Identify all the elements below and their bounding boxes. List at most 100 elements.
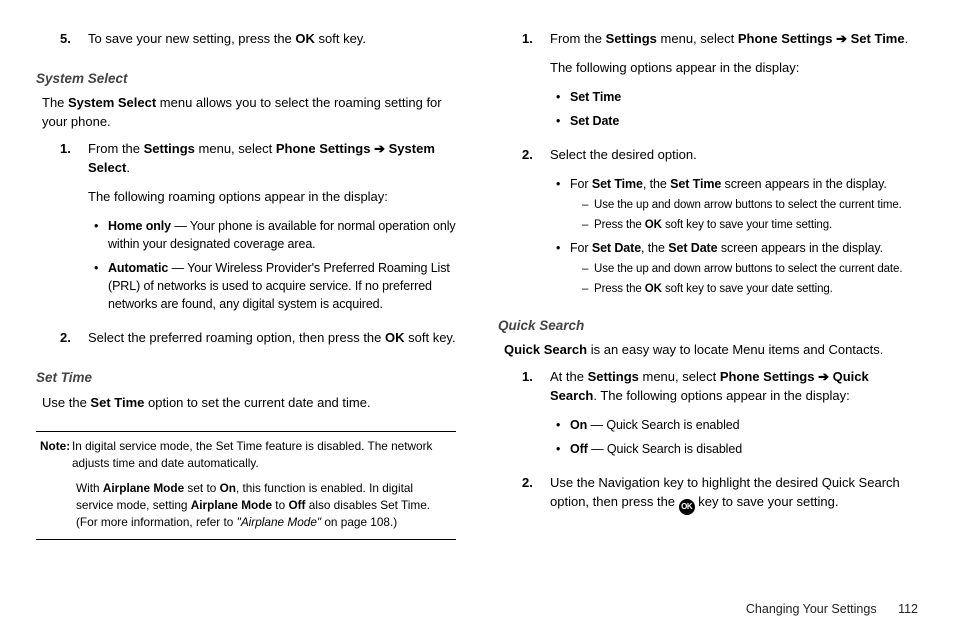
text: To save your new setting, press the — [88, 31, 295, 46]
dash-item: Use the up and down arrow buttons to sel… — [582, 197, 918, 214]
note-text-2: With Airplane Mode set to On, this funct… — [36, 480, 456, 531]
step-number: 1. — [522, 368, 550, 466]
text: soft key. — [405, 330, 456, 345]
system-select-step-1: 1. From the Settings menu, select Phone … — [60, 140, 456, 321]
text: to — [272, 498, 288, 512]
text: screen appears in the display. — [717, 241, 883, 255]
set-time-step-1: 1. From the Settings menu, select Phone … — [522, 30, 918, 138]
bullet-set-date: Set Date — [556, 112, 918, 130]
page-columns: 5. To save your new setting, press the O… — [36, 30, 918, 540]
step-number: 1. — [522, 30, 550, 138]
text: menu, select — [195, 141, 276, 156]
page-number: 112 — [898, 602, 918, 616]
step-5: 5. To save your new setting, press the O… — [60, 30, 456, 59]
ok-label: OK — [645, 283, 662, 295]
menu-name: System Select — [68, 95, 156, 110]
dash-item: Press the OK soft key to save your date … — [582, 281, 918, 298]
text: . The following options appear in the di… — [593, 388, 849, 403]
step-number: 1. — [60, 140, 88, 321]
settings-label: Settings — [606, 31, 657, 46]
text: At the — [550, 369, 588, 384]
text: For — [570, 241, 592, 255]
note-text-1: In digital service mode, the Set Time fe… — [72, 438, 456, 472]
text: key to save your setting. — [695, 494, 839, 509]
settings-label: Settings — [588, 369, 639, 384]
text: menu, select — [639, 369, 720, 384]
text: option to set the current date and time. — [144, 395, 370, 410]
phone-settings-label: Phone Settings — [276, 141, 371, 156]
option-label: Set Time — [592, 177, 643, 191]
text: . — [905, 31, 909, 46]
heading-set-time: Set Time — [36, 368, 456, 388]
page-footer: Changing Your Settings 112 — [746, 600, 918, 618]
bullet-automatic: Automatic — Your Wireless Provider's Pre… — [94, 259, 456, 313]
settings-label: Settings — [144, 141, 195, 156]
text: screen appears in the display. — [721, 177, 887, 191]
quick-search-step-1: 1. At the Settings menu, select Phone Se… — [522, 368, 918, 466]
xref-airplane-mode: "Airplane Mode" — [237, 515, 321, 529]
system-select-intro: The System Select menu allows you to sel… — [42, 94, 450, 132]
bullet-for-set-date: For Set Date, the Set Date screen appear… — [556, 239, 918, 297]
text: Select the preferred roaming option, the… — [88, 330, 385, 345]
text: is an easy way to locate Menu items and … — [587, 342, 883, 357]
bullet-home-only: Home only — Your phone is available for … — [94, 217, 456, 253]
ok-label: OK — [645, 219, 662, 231]
set-time-label: Set Time — [851, 31, 905, 46]
heading-system-select: System Select — [36, 69, 456, 89]
note-label: Note: — [36, 438, 72, 472]
text: soft key to save your date setting. — [662, 283, 833, 295]
screen-label: Set Date — [668, 241, 717, 255]
set-time-label: Set Time — [90, 395, 144, 410]
arrow-icon: ➔ — [818, 369, 829, 384]
step-number: 2. — [522, 474, 550, 525]
bullet-set-time: Set Time — [556, 88, 918, 106]
text: — Quick Search is enabled — [587, 418, 739, 432]
set-time-step-2: 2. Select the desired option. For Set Ti… — [522, 146, 918, 306]
airplane-mode-label: Airplane Mode — [191, 498, 272, 512]
quick-search-label: Quick Search — [504, 342, 587, 357]
text: With — [76, 481, 103, 495]
heading-quick-search: Quick Search — [498, 316, 918, 336]
quick-search-intro: Quick Search is an easy way to locate Me… — [504, 341, 912, 360]
bullet-on: On — Quick Search is enabled — [556, 416, 918, 434]
bullet-for-set-time: For Set Time, the Set Time screen appear… — [556, 175, 918, 233]
text: set to — [184, 481, 219, 495]
text: The following roaming options appear in … — [88, 188, 456, 207]
text: Press the — [594, 219, 645, 231]
option-label: Set Date — [570, 114, 619, 128]
text: Use the — [42, 395, 90, 410]
set-time-intro: Use the Set Time option to set the curre… — [42, 394, 450, 413]
left-column: 5. To save your new setting, press the O… — [36, 30, 456, 540]
text: — Quick Search is disabled — [588, 442, 742, 456]
arrow-icon: ➔ — [836, 31, 847, 46]
step-number: 2. — [60, 329, 88, 358]
text: From the — [88, 141, 144, 156]
dash-item: Press the OK soft key to save your time … — [582, 217, 918, 234]
note-box: Note: In digital service mode, the Set T… — [36, 431, 456, 540]
step-number: 5. — [60, 30, 88, 59]
screen-label: Set Time — [670, 177, 721, 191]
system-select-step-2: 2. Select the preferred roaming option, … — [60, 329, 456, 358]
dash-item: Use the up and down arrow buttons to sel… — [582, 261, 918, 278]
text: on page 108.) — [321, 515, 397, 529]
text: soft key to save your time setting. — [662, 219, 832, 231]
option-label: Home only — [108, 219, 171, 233]
text: , the — [643, 177, 670, 191]
text: For — [570, 177, 592, 191]
ok-key-icon: OK — [679, 499, 695, 515]
arrow-icon: ➔ — [374, 141, 385, 156]
text: soft key. — [315, 31, 366, 46]
option-label: Off — [570, 442, 588, 456]
phone-settings-label: Phone Settings — [738, 31, 833, 46]
on-label: On — [220, 481, 236, 495]
option-label: On — [570, 418, 587, 432]
section-name: Changing Your Settings — [746, 602, 877, 616]
quick-search-step-2: 2. Use the Navigation key to highlight t… — [522, 474, 918, 525]
right-column: 1. From the Settings menu, select Phone … — [498, 30, 918, 540]
text: , the — [641, 241, 668, 255]
ok-label: OK — [385, 330, 405, 345]
text: The following options appear in the disp… — [550, 59, 918, 78]
text: menu, select — [657, 31, 738, 46]
text: The — [42, 95, 68, 110]
airplane-mode-label: Airplane Mode — [103, 481, 184, 495]
